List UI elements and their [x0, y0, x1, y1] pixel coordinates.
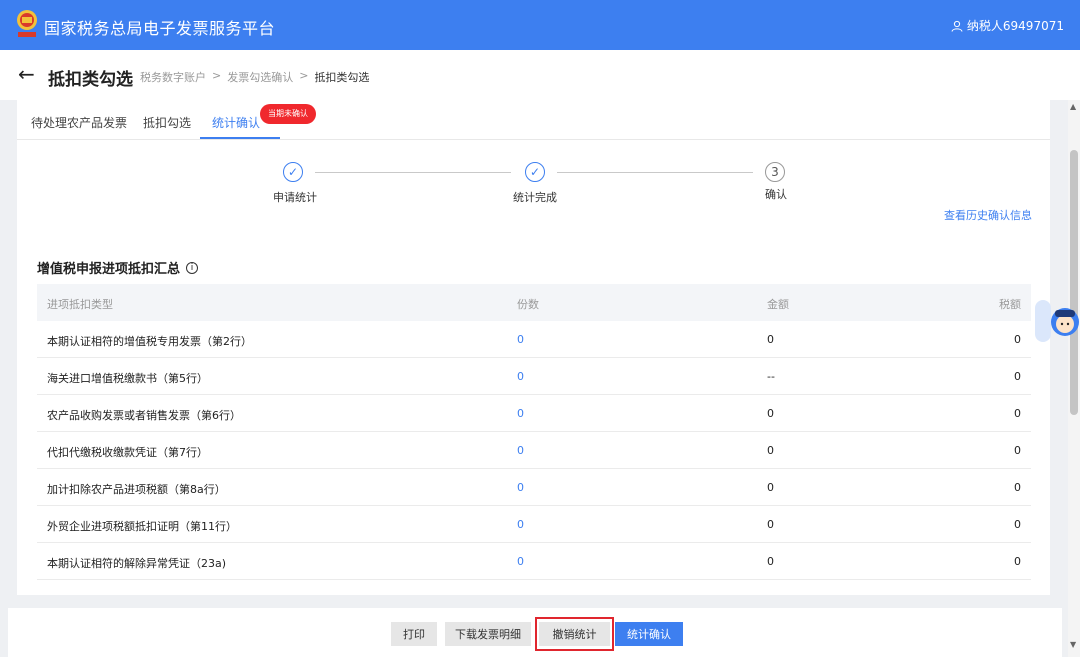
row-type: 加计扣除农产品进项税额（第8a行）: [47, 483, 226, 496]
step-3-number: 3: [765, 162, 785, 182]
step-1-label: 申请统计: [273, 191, 317, 204]
row-type: 代扣代缴税收缴款凭证（第7行）: [47, 446, 208, 459]
column-header-tax: 税额: [999, 298, 1021, 311]
top-bar: 国家税务总局电子发票服务平台 纳税人69497071: [0, 0, 1080, 50]
row-amount: 0: [767, 407, 774, 420]
download-invoice-details-button[interactable]: 下载发票明细: [445, 622, 531, 646]
column-header-type: 进项抵扣类型: [47, 298, 113, 311]
scroll-down-arrow-icon[interactable]: ▼: [1070, 640, 1076, 649]
row-type: 农产品收购发票或者销售发票（第6行）: [47, 409, 241, 422]
row-count-link[interactable]: 0: [517, 407, 524, 420]
section-title: 增值税申报进项抵扣汇总 i: [37, 258, 199, 277]
row-amount: 0: [767, 333, 774, 346]
chevron-right-icon: >: [299, 69, 309, 82]
row-count-link[interactable]: 0: [517, 370, 524, 383]
table-row: 加计扣除农产品进项税额（第8a行） 0 0 0: [37, 469, 1031, 506]
confirm-statistics-button[interactable]: 统计确认: [615, 622, 683, 646]
row-count-link[interactable]: 0: [517, 333, 524, 346]
step-connector: [315, 172, 511, 173]
scrollbar[interactable]: ▲ ▼: [1068, 100, 1080, 657]
tab-bar: 待处理农产品发票 抵扣勾选 统计确认 当期未确认: [17, 100, 1050, 140]
table-row: 农产品收购发票或者销售发票（第6行） 0 0 0: [37, 395, 1031, 432]
footer-toolbar: 打印 下载发票明细 撤销统计 统计确认: [8, 608, 1062, 657]
column-header-count: 份数: [517, 298, 539, 311]
scroll-up-arrow-icon[interactable]: ▲: [1070, 102, 1076, 111]
row-count-link[interactable]: 0: [517, 444, 524, 457]
chevron-right-icon: >: [212, 69, 222, 82]
table-row: 本期认证相符的增值税专用发票（第2行） 0 0 0: [37, 321, 1031, 358]
row-type: 本期认证相符的增值税专用发票（第2行）: [47, 335, 252, 348]
step-3-label: 确认: [765, 188, 787, 201]
step-1-check-icon: ✓: [283, 162, 303, 182]
table-row: 代扣代缴税收缴款凭证（第7行） 0 0 0: [37, 432, 1031, 469]
row-count-link[interactable]: 0: [517, 518, 524, 531]
row-type: 本期认证相符的解除异常凭证（23a): [47, 557, 227, 570]
row-tax: 0: [1014, 444, 1021, 457]
step-connector: [557, 172, 753, 173]
step-2-check-icon: ✓: [525, 162, 545, 182]
row-tax: 0: [1014, 407, 1021, 420]
row-amount: 0: [767, 518, 774, 531]
table-header: 进项抵扣类型 份数 金额 税额: [37, 284, 1031, 321]
tab-pending-agri-invoices[interactable]: 待处理农产品发票: [31, 114, 127, 131]
row-type: 外贸企业进项税额抵扣证明（第11行）: [47, 520, 237, 533]
tab-deduction-select[interactable]: 抵扣勾选: [143, 114, 191, 131]
active-tab-indicator: [200, 137, 280, 139]
page-header: ← 抵扣类勾选 税务数字账户 > 发票勾选确认 > 抵扣类勾选: [0, 50, 1080, 100]
tax-emblem-icon: [17, 10, 37, 37]
back-arrow-icon[interactable]: ←: [18, 64, 35, 84]
row-tax: 0: [1014, 555, 1021, 568]
step-2-label: 统计完成: [513, 191, 557, 204]
row-amount: --: [767, 370, 775, 383]
status-badge: 当期未确认: [260, 104, 316, 124]
print-button[interactable]: 打印: [391, 622, 437, 646]
app-title: 国家税务总局电子发票服务平台: [44, 19, 276, 38]
table-row: 海关进口增值税缴款书（第5行） 0 -- 0: [37, 358, 1031, 395]
assistant-widget[interactable]: [1033, 296, 1080, 346]
main-card: 待处理农产品发票 抵扣勾选 统计确认 当期未确认 ✓ 申请统计 ✓ 统计完成 3…: [17, 100, 1050, 595]
row-amount: 0: [767, 555, 774, 568]
breadcrumb-current: 抵扣类勾选: [314, 71, 370, 84]
assistant-avatar-icon: [1035, 300, 1079, 342]
table-row: 本期认证相符的解除异常凭证（23a) 0 0 0: [37, 543, 1031, 580]
row-tax: 0: [1014, 518, 1021, 531]
column-header-amount: 金额: [767, 298, 789, 311]
view-history-link[interactable]: 查看历史确认信息: [944, 207, 1032, 223]
highlight-box: [535, 617, 614, 651]
row-count-link[interactable]: 0: [517, 481, 524, 494]
breadcrumb: 税务数字账户 > 发票勾选确认 > 抵扣类勾选: [140, 69, 369, 85]
tab-statistics-confirm[interactable]: 统计确认: [212, 114, 260, 131]
user-menu[interactable]: 纳税人69497071: [951, 17, 1064, 34]
user-name: 纳税人69497071: [966, 19, 1064, 33]
user-icon: [951, 20, 963, 32]
row-amount: 0: [767, 444, 774, 457]
scroll-thumb[interactable]: [1070, 150, 1078, 415]
section-title-text: 增值税申报进项抵扣汇总: [37, 262, 181, 277]
row-type: 海关进口增值税缴款书（第5行）: [47, 372, 208, 385]
row-amount: 0: [767, 481, 774, 494]
row-tax: 0: [1014, 481, 1021, 494]
row-count-link[interactable]: 0: [517, 555, 524, 568]
page-title: 抵扣类勾选: [48, 70, 133, 90]
breadcrumb-item[interactable]: 税务数字账户: [140, 69, 206, 85]
deduction-summary-table: 进项抵扣类型 份数 金额 税额 本期认证相符的增值税专用发票（第2行） 0 0 …: [37, 284, 1031, 580]
info-icon[interactable]: i: [186, 261, 199, 274]
table-row: 外贸企业进项税额抵扣证明（第11行） 0 0 0: [37, 506, 1031, 543]
row-tax: 0: [1014, 370, 1021, 383]
row-tax: 0: [1014, 333, 1021, 346]
breadcrumb-item[interactable]: 发票勾选确认: [227, 69, 293, 85]
